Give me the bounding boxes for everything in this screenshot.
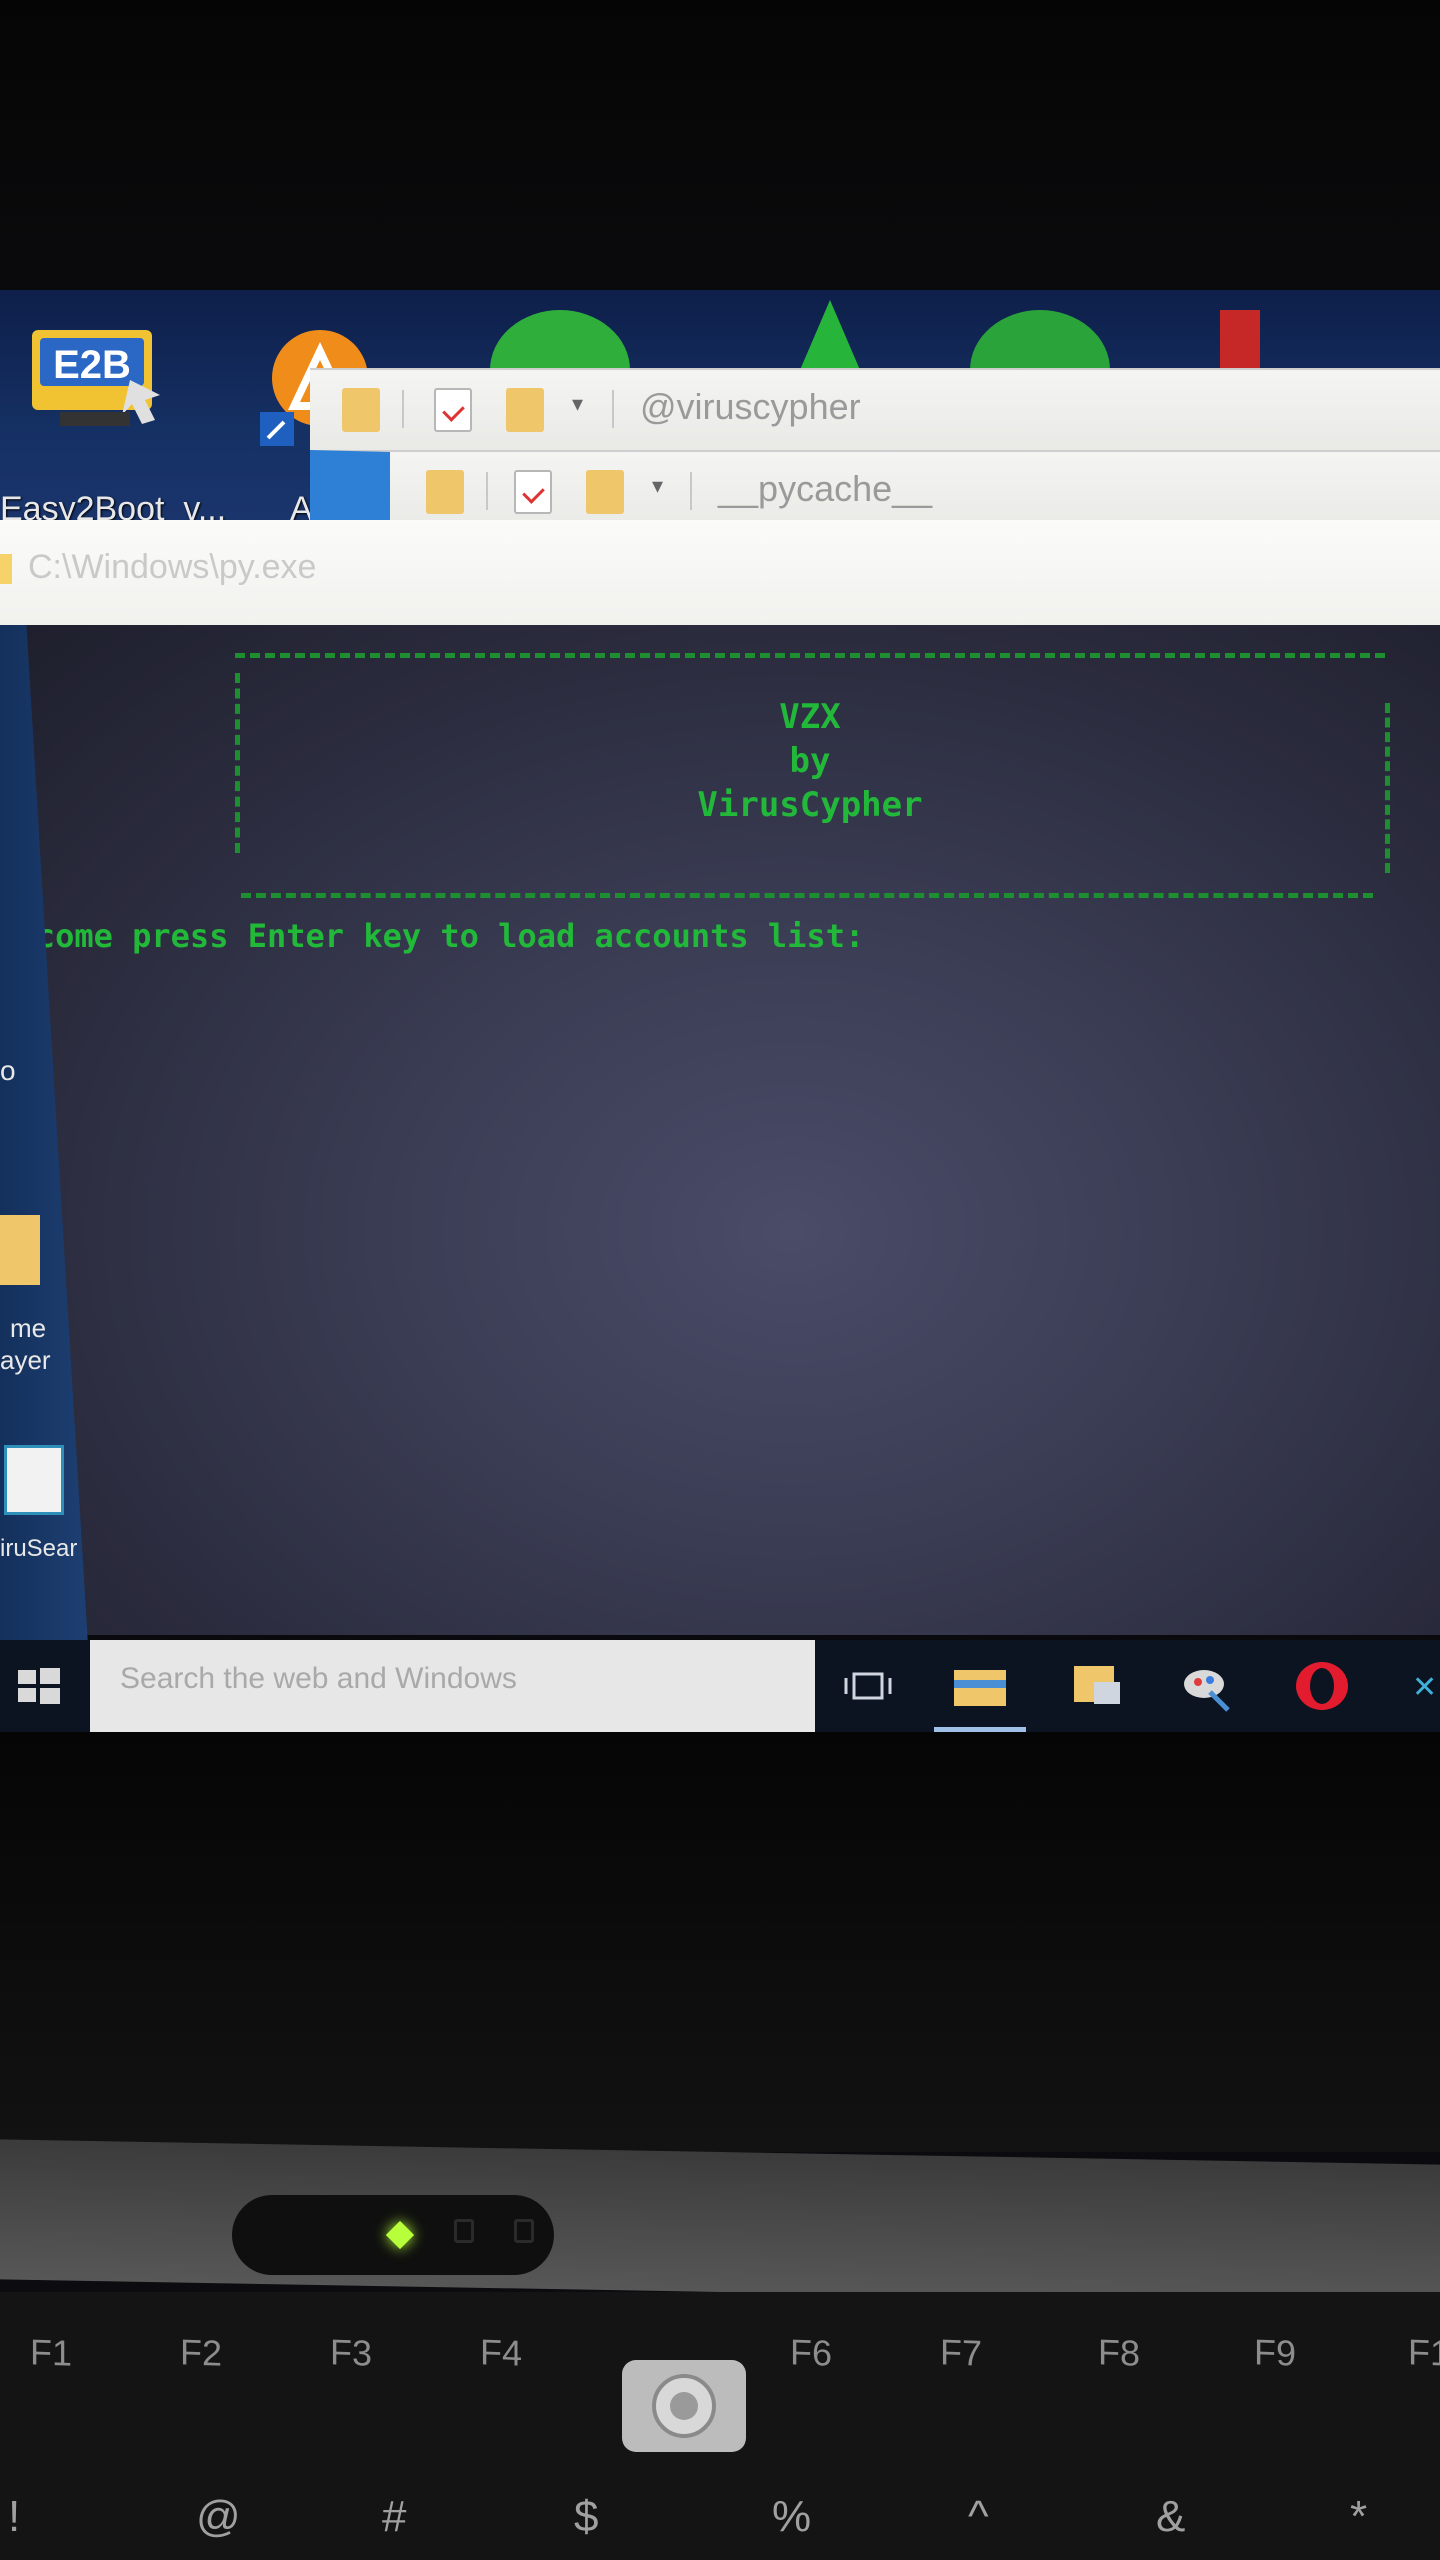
explorer-title: @viruscypher	[640, 386, 861, 427]
file-explorer-active-indicator	[934, 1652, 1026, 1732]
windows-start-button[interactable]	[14, 1662, 64, 1708]
toolbar-separator	[690, 472, 692, 510]
folder-icon	[342, 388, 380, 432]
properties-icon[interactable]	[514, 470, 552, 514]
console-title: C:\Windows\py.exe	[28, 548, 317, 586]
search-placeholder: Search the web and Windows	[120, 1662, 517, 1695]
key-dollar: $	[574, 2492, 599, 2541]
paint-app-icon[interactable]	[1170, 1652, 1242, 1720]
photo-frame: E2B Easy2Boot_v... A ▾ @viruscypher ▾ __…	[0, 0, 1440, 2560]
banner-border-top	[235, 653, 1385, 658]
key-f8: F8	[1098, 2331, 1141, 2374]
key-f10-partial: F1	[1408, 2331, 1440, 2374]
laptop-bezel	[0, 1732, 1440, 2152]
toolbar-separator	[402, 390, 404, 428]
media-player-label: me	[10, 1313, 47, 1343]
new-folder-icon[interactable]	[506, 388, 544, 432]
opera-browser-icon[interactable]	[1286, 1652, 1358, 1720]
status-led-panel	[232, 2195, 554, 2275]
key-hash: #	[382, 2492, 407, 2541]
console-titlebar[interactable]: C:\Windows\py.exe	[0, 520, 1440, 625]
toolbar-separator	[486, 472, 488, 510]
key-f4: F4	[480, 2331, 523, 2374]
key-asterisk: *	[1350, 2492, 1368, 2541]
key-f1: F1	[30, 2331, 73, 2374]
caps-lock-icon	[454, 2219, 474, 2243]
task-view-icon[interactable]	[832, 1652, 904, 1720]
new-folder-icon[interactable]	[586, 470, 624, 514]
banner-by: by	[789, 741, 831, 781]
customize-toolbar-icon[interactable]: ▾	[572, 392, 583, 417]
explorer-title: __pycache__	[718, 468, 933, 509]
banner-title: VZX	[779, 697, 841, 737]
easy2boot-badge: E2B	[53, 343, 131, 387]
key-percent: %	[772, 2492, 812, 2541]
banner-border-bottom	[241, 893, 1373, 898]
taskbar: Search the web and Windows ✕	[0, 1640, 1440, 1732]
console-window[interactable]: VZX by VirusCypher welcome press Enter k…	[0, 625, 1440, 1635]
folder-icon	[0, 1215, 40, 1285]
desktop-background: E2B Easy2Boot_v... A ▾ @viruscypher ▾ __…	[0, 290, 1440, 532]
virusearch-label: iruSear	[0, 1535, 78, 1562]
key-f7: F7	[940, 2331, 983, 2374]
explorer-window-icon[interactable]	[1060, 1652, 1132, 1720]
power-led-icon	[385, 2220, 415, 2250]
search-input[interactable]: Search the web and Windows	[90, 1640, 815, 1732]
easy2boot-desktop-icon[interactable]: E2B Easy2Boot_v...	[0, 320, 226, 528]
key-f3: F3	[330, 2331, 373, 2374]
python-app-icon	[0, 554, 12, 584]
media-player-label-2: ayer	[0, 1345, 51, 1375]
key-f9: F9	[1254, 2331, 1297, 2374]
properties-icon[interactable]	[434, 388, 472, 432]
document-icon	[4, 1445, 64, 1515]
partial-text-glyph: o	[0, 1055, 16, 1086]
num-lock-icon	[514, 2219, 534, 2243]
customize-toolbar-icon[interactable]: ▾	[652, 474, 663, 499]
overflow-icon: ✕	[1412, 1670, 1438, 1705]
ascii-banner: VZX by VirusCypher	[235, 643, 1390, 898]
banner-author: VirusCypher	[697, 785, 923, 825]
key-caret: ^	[968, 2492, 989, 2541]
easy2boot-icon: E2B	[32, 330, 160, 426]
explorer-window-viruscypher[interactable]: ▾ @viruscypher	[310, 368, 1440, 450]
key-f6: F6	[790, 2331, 833, 2374]
key-f2: F2	[180, 2331, 223, 2374]
camera-icon	[622, 2360, 746, 2452]
banner-border-right	[1385, 703, 1390, 873]
key-exclamation: !	[8, 2492, 21, 2541]
folder-icon	[426, 470, 464, 514]
key-at: @	[196, 2492, 241, 2541]
console-prompt: welcome press Enter key to load accounts…	[0, 917, 865, 955]
key-ampersand: &	[1156, 2492, 1186, 2541]
toolbar-separator	[612, 390, 614, 428]
laptop-hinge	[0, 2139, 1440, 2305]
